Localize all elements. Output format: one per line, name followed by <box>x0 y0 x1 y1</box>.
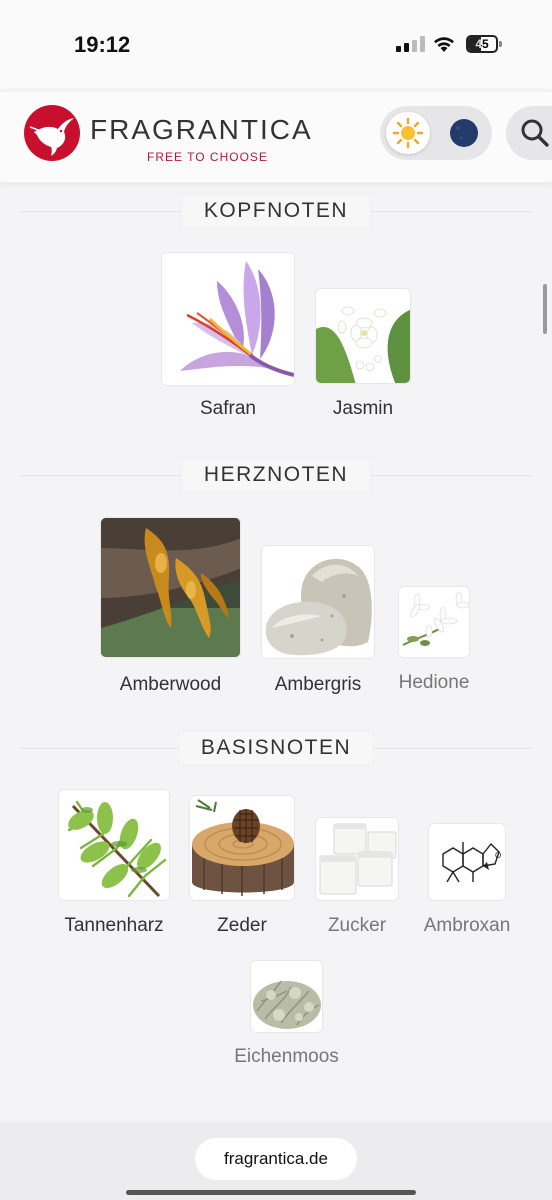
cedar-log-image <box>189 795 295 901</box>
note-label: Ambroxan <box>423 915 511 936</box>
svg-text:O: O <box>495 851 501 860</box>
address-bar[interactable]: fragrantica.de <box>195 1138 357 1180</box>
brand-tagline: FREE TO CHOOSE <box>147 150 268 164</box>
note-label: Eichenmoos <box>234 1046 339 1067</box>
status-time: 19:12 <box>74 32 131 57</box>
jasmine-flower-image <box>315 288 411 384</box>
saffron-flower-image <box>161 252 295 386</box>
brand-name[interactable]: FRAGRANTICA <box>90 114 313 146</box>
search-icon <box>521 119 549 147</box>
status-bar: 19:12 45 <box>0 0 552 88</box>
theme-toggle[interactable] <box>380 106 492 160</box>
battery-icon: 45 <box>466 35 502 53</box>
note-label: Hedione <box>398 672 470 693</box>
section-title-top-notes: KOPFNOTEN <box>0 195 552 227</box>
hummingbird-logo-icon[interactable] <box>24 105 80 161</box>
note-label: Jasmin <box>332 398 394 419</box>
battery-percent: 45 <box>475 37 489 51</box>
note-ambroxan[interactable]: O Ambroxan <box>424 823 510 936</box>
note-saffron[interactable]: Safran <box>161 252 295 419</box>
white-blossom-image <box>398 586 470 658</box>
home-indicator[interactable] <box>126 1190 416 1195</box>
search-button[interactable] <box>506 106 552 160</box>
fir-branch-image <box>58 789 170 901</box>
cellular-signal-icon <box>396 36 425 52</box>
molecule-structure-image: O <box>428 823 506 901</box>
sun-icon[interactable] <box>386 112 430 154</box>
note-jasmine[interactable]: Jasmin <box>315 288 411 419</box>
oakmoss-image <box>250 960 323 1033</box>
note-cedar[interactable]: Zeder <box>189 795 295 936</box>
ambergris-stone-image <box>261 545 375 659</box>
note-sugar[interactable]: Zucker <box>315 817 399 936</box>
site-header: FRAGRANTICA FREE TO CHOOSE <box>0 92 552 182</box>
note-ambergris[interactable]: Ambergris <box>261 545 375 695</box>
browser-bottom-bar: fragrantica.de <box>0 1122 552 1200</box>
moon-icon[interactable] <box>442 112 486 154</box>
section-title-base-notes: BASISNOTEN <box>0 732 552 764</box>
note-fir-resin[interactable]: Tannenharz <box>58 789 170 936</box>
amber-resin-image <box>100 517 241 658</box>
note-amberwood[interactable]: Amberwood <box>100 517 241 695</box>
scrollbar-thumb[interactable] <box>543 284 547 334</box>
wifi-icon <box>434 37 454 52</box>
section-title-heart-notes: HERZNOTEN <box>0 459 552 491</box>
note-oakmoss[interactable]: Eichenmoos <box>234 960 339 1067</box>
note-hedione[interactable]: Hedione <box>398 586 470 693</box>
sugar-cubes-image <box>315 817 399 901</box>
